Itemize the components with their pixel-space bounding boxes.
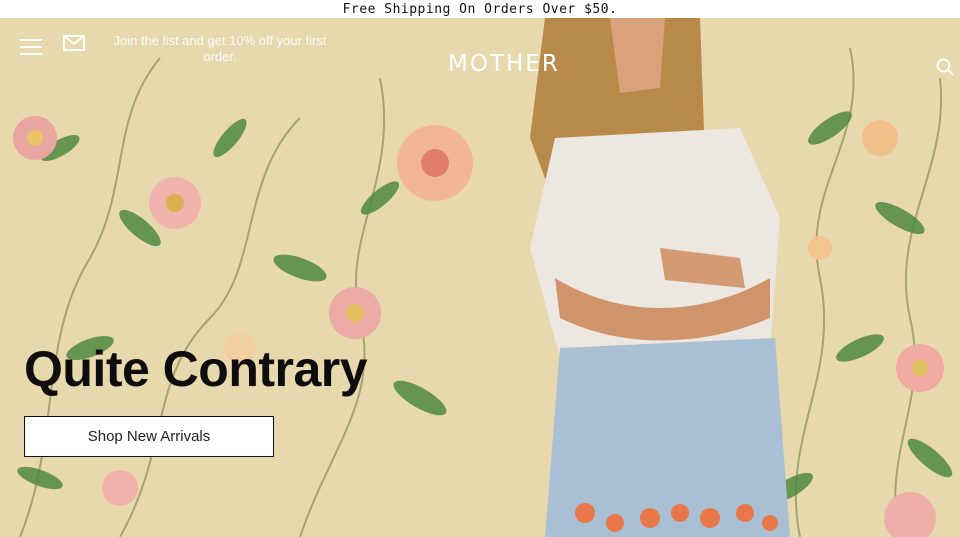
site-header: Join the list and get 10% off your first… [0, 18, 960, 78]
cta-label: Shop New Arrivals [87, 428, 211, 445]
newsletter-signup-link[interactable]: Join the list and get 10% off your first… [100, 33, 340, 65]
hero-background-image [0, 18, 960, 537]
shop-new-arrivals-button[interactable]: Shop New Arrivals [24, 416, 274, 457]
hero-headline: Quite Contrary [24, 341, 368, 397]
envelope-icon[interactable] [63, 35, 85, 51]
hero-banner[interactable]: Join the list and get 10% off your first… [0, 18, 960, 537]
brand-logo[interactable]: MOTHER [448, 51, 560, 77]
promo-bar: Free Shipping On Orders Over $50. [0, 0, 960, 18]
promo-text: Free Shipping On Orders Over $50. [342, 1, 618, 17]
hamburger-menu-icon[interactable] [20, 38, 42, 56]
search-icon[interactable] [936, 58, 954, 76]
